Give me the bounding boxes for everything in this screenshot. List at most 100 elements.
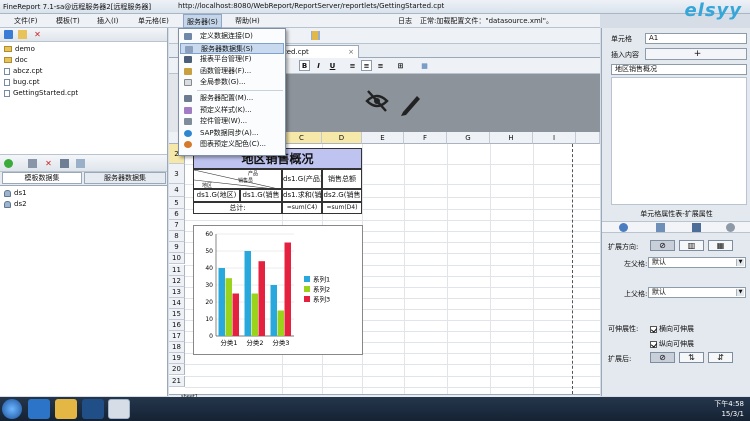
menu-item-function-manager[interactable]: 函数管理器(F)... <box>180 66 284 78</box>
after-expand-sort-desc-button[interactable]: ⇵ <box>708 352 733 363</box>
cell-d4[interactable]: ds2.G(销售 <box>322 189 362 202</box>
menu-template[interactable]: 模板(T) <box>56 16 80 26</box>
settings-tab-icon[interactable] <box>726 223 735 232</box>
tab-server-dataset[interactable]: 服务器数据集 <box>84 172 166 184</box>
open-folder-icon[interactable] <box>18 30 27 39</box>
start-button[interactable] <box>2 399 22 419</box>
row-header-4[interactable]: 4 <box>169 184 185 197</box>
add-dataset-icon[interactable] <box>4 159 13 168</box>
address-bar[interactable]: http://localhost:8080/WebReport/ReportSe… <box>178 2 444 10</box>
column-header-c[interactable]: C <box>282 132 322 144</box>
cell-content-editor[interactable] <box>611 77 747 205</box>
menu-item-define-connection[interactable]: 定义数据连接(D) <box>180 31 284 43</box>
menu-item-sap-sync[interactable]: SAP数据同步(A)... <box>180 128 284 140</box>
menu-file[interactable]: 文件(F) <box>14 16 38 26</box>
expand-horizontal-button[interactable]: ▦ <box>708 240 733 251</box>
tree-item-abcz[interactable]: abcz.cpt <box>4 67 43 76</box>
property-tab-icon[interactable] <box>619 223 628 232</box>
preview-icon[interactable] <box>60 159 69 168</box>
cell-d5[interactable]: =sum(D4) <box>322 202 362 214</box>
slash-header-cell[interactable]: 产品 销售员 地区 <box>193 169 282 189</box>
close-icon[interactable]: × <box>348 46 354 58</box>
sales-bar-chart[interactable]: 0 10 20 30 40 50 60 分类1 分类2 分类3 系列1系列2系列3 <box>193 225 363 355</box>
row-header-19[interactable]: 19 <box>169 353 185 365</box>
refresh-icon[interactable] <box>4 30 13 39</box>
delete-icon[interactable]: ✕ <box>44 159 53 168</box>
menu-item-server-config[interactable]: 服务器配置(M)... <box>180 93 284 105</box>
dataset-item-ds2[interactable]: ds2 <box>4 200 27 209</box>
ie-icon[interactable] <box>28 399 50 419</box>
left-parent-select[interactable]: 默认 ▼ <box>648 257 746 268</box>
menu-cell[interactable]: 单元格(E) <box>138 16 169 26</box>
row-header-15[interactable]: 15 <box>169 308 185 320</box>
menu-item-widget-manage[interactable]: 控件管理(W)... <box>180 116 284 128</box>
menu-insert[interactable]: 插入(I) <box>97 16 119 26</box>
up-parent-select[interactable]: 默认 ▼ <box>648 287 746 298</box>
column-header-end[interactable] <box>576 132 600 144</box>
after-expand-sort-asc-button[interactable]: ⇅ <box>679 352 704 363</box>
row-header-14[interactable]: 14 <box>169 297 185 309</box>
menu-help[interactable]: 帮助(H) <box>235 16 260 26</box>
tree-item-gettingstarted[interactable]: GettingStarted.cpt <box>4 89 78 98</box>
cell-address-field[interactable]: A1 <box>645 33 747 44</box>
menu-item-chart-colors[interactable]: 图表预定义配色(C)... <box>180 139 284 151</box>
cell-content-field[interactable]: 地区销售概况 <box>611 64 747 75</box>
align-left-icon[interactable]: ≡ <box>347 60 358 71</box>
delete-icon[interactable]: ✕ <box>33 30 42 39</box>
app-icon[interactable] <box>82 399 104 419</box>
row-header-21[interactable]: 21 <box>169 375 185 387</box>
row-header-16[interactable]: 16 <box>169 320 185 332</box>
cell-c3[interactable]: ds1.G(产品) <box>282 169 322 189</box>
row-header-7[interactable]: 7 <box>169 220 185 232</box>
column-header-g[interactable]: G <box>447 132 490 144</box>
cell-c4[interactable]: ds1.求和(销 <box>282 189 322 202</box>
style-tab-icon[interactable] <box>656 223 665 232</box>
expand-vertical-button[interactable]: ▥ <box>679 240 704 251</box>
row-header-9[interactable]: 9 <box>169 242 185 254</box>
row-header-11[interactable]: 11 <box>169 264 185 276</box>
cell-d3[interactable]: 销售总额 <box>322 169 362 189</box>
copy-icon[interactable] <box>76 159 85 168</box>
report-grid[interactable]: C D E F G H I 2 3 4 5 6 7 8 9 10 11 12 13 14 15 16 17 18… <box>169 132 600 394</box>
cell-c5[interactable]: =sum(C4) <box>282 202 322 214</box>
edit-icon[interactable] <box>28 159 37 168</box>
menu-server[interactable]: 服务器(S) <box>183 14 222 28</box>
insert-content-button[interactable]: + <box>645 48 747 60</box>
dataset-item-ds1[interactable]: ds1 <box>4 189 27 198</box>
fill-color-icon[interactable]: ▦ <box>419 60 430 71</box>
bold-button[interactable]: B <box>299 60 310 71</box>
column-header-i[interactable]: I <box>533 132 576 144</box>
java-icon[interactable] <box>108 399 130 419</box>
cell-b4[interactable]: ds1.G(销售 <box>240 189 282 202</box>
row-header-10[interactable]: 10 <box>169 253 185 265</box>
row-header-3[interactable]: 3 <box>169 164 185 184</box>
menu-item-server-dataset[interactable]: 服务器数据集(S) <box>180 42 284 54</box>
log-link[interactable]: 日志 <box>398 16 412 26</box>
format-tab-icon[interactable] <box>692 223 701 232</box>
expand-none-button[interactable]: ⊘ <box>650 240 675 251</box>
row-header-20[interactable]: 20 <box>169 364 185 376</box>
row-header-6[interactable]: 6 <box>169 209 185 221</box>
row-header-18[interactable]: 18 <box>169 342 185 354</box>
tree-item-demo[interactable]: demo <box>4 45 35 54</box>
row-header-12[interactable]: 12 <box>169 275 185 287</box>
underline-button[interactable]: U <box>327 60 338 71</box>
explorer-icon[interactable] <box>55 399 77 419</box>
row-header-17[interactable]: 17 <box>169 331 185 343</box>
italic-button[interactable]: I <box>313 60 324 71</box>
row-header-5[interactable]: 5 <box>169 197 185 209</box>
column-header-d[interactable]: D <box>322 132 362 144</box>
doc-tab-gettingstarted[interactable]: ted.cpt × <box>279 45 359 58</box>
brush-icon[interactable] <box>312 31 318 40</box>
column-header-f[interactable]: F <box>404 132 447 144</box>
align-center-icon[interactable]: ≡ <box>361 60 372 71</box>
row-header-8[interactable]: 8 <box>169 231 185 243</box>
align-right-icon[interactable]: ≡ <box>375 60 386 71</box>
hide-preview-icon[interactable] <box>363 88 423 118</box>
cell-a4[interactable]: ds1.G(地区) <box>193 189 240 202</box>
tab-template-dataset[interactable]: 模板数据集 <box>2 172 82 184</box>
column-header-h[interactable]: H <box>490 132 533 144</box>
column-header-e[interactable]: E <box>362 132 404 144</box>
border-icon[interactable]: ⊞ <box>395 60 406 71</box>
tree-item-bug[interactable]: bug.cpt <box>4 78 40 87</box>
